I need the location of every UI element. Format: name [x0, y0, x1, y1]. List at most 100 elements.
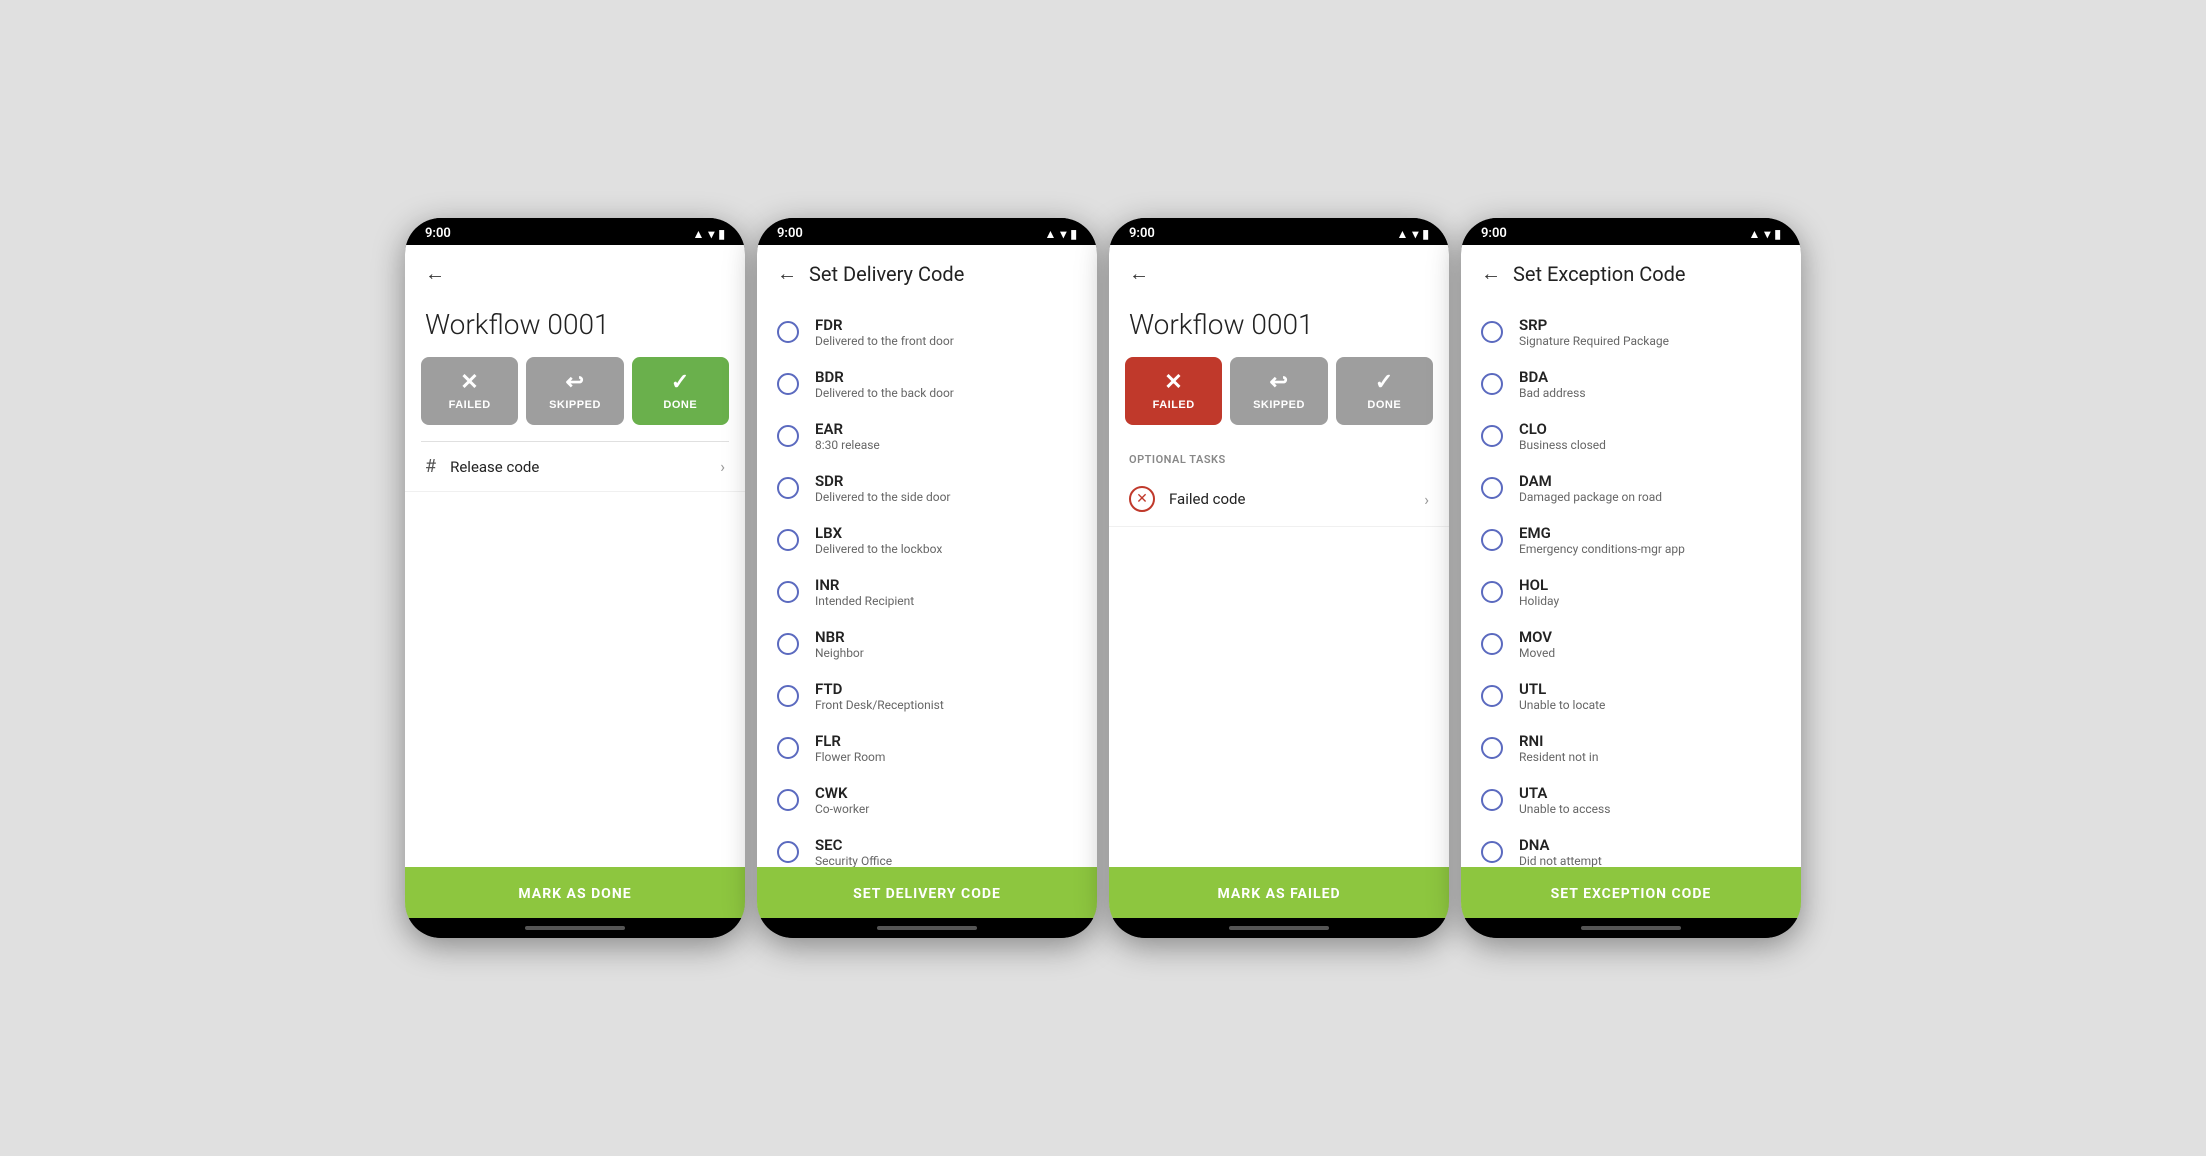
done-icon-1: ✓ [671, 371, 690, 393]
back-button-4[interactable]: ← [1481, 261, 1501, 286]
radio-dam[interactable] [1481, 477, 1503, 499]
mov-desc: Moved [1519, 646, 1555, 660]
list-item[interactable]: INR Intended Recipient [757, 566, 1097, 618]
bottom-bar-1[interactable]: MARK AS DONE [405, 867, 745, 918]
radio-dna[interactable] [1481, 841, 1503, 863]
list-item[interactable]: SRP Signature Required Package [1461, 306, 1801, 358]
home-indicator-4 [1461, 918, 1801, 938]
bottom-bar-label-2: SET DELIVERY CODE [853, 886, 1001, 902]
list-item[interactable]: MOV Moved [1461, 618, 1801, 670]
bottom-bar-3[interactable]: MARK AS FAILED [1109, 867, 1449, 918]
list-item[interactable]: BDA Bad address [1461, 358, 1801, 410]
list-item[interactable]: SEC Security Office [757, 826, 1097, 867]
ftd-content: FTD Front Desk/Receptionist [815, 680, 944, 712]
list-item[interactable]: CWK Co-worker [757, 774, 1097, 826]
done-icon-3: ✓ [1375, 371, 1394, 393]
status-bar-1: 9:00 ▲ ▾ ▮ [405, 218, 745, 245]
signal-icon-4: ▲ [1748, 227, 1760, 241]
list-item[interactable]: LBX Delivered to the lockbox [757, 514, 1097, 566]
flr-content: FLR Flower Room [815, 732, 885, 764]
radio-flr[interactable] [777, 737, 799, 759]
header-3: ← [1109, 245, 1449, 298]
list-item[interactable]: FDR Delivered to the front door [757, 306, 1097, 358]
sec-content: SEC Security Office [815, 836, 892, 867]
radio-ear[interactable] [777, 425, 799, 447]
list-item[interactable]: CLO Business closed [1461, 410, 1801, 462]
radio-bdr[interactable] [777, 373, 799, 395]
list-item[interactable]: FLR Flower Room [757, 722, 1097, 774]
radio-sdr[interactable] [777, 477, 799, 499]
radio-utl[interactable] [1481, 685, 1503, 707]
radio-ftd[interactable] [777, 685, 799, 707]
list-item[interactable]: DAM Damaged package on road [1461, 462, 1801, 514]
radio-fdr[interactable] [777, 321, 799, 343]
skipped-label-1: SKIPPED [549, 399, 601, 411]
uta-content: UTA Unable to access [1519, 784, 1610, 816]
back-button-1[interactable]: ← [425, 261, 445, 286]
dna-code: DNA [1519, 836, 1602, 854]
radio-inr[interactable] [777, 581, 799, 603]
done-label-3: DONE [1367, 399, 1401, 411]
list-item[interactable]: RNI Resident not in [1461, 722, 1801, 774]
header-title-4: Set Exception Code [1513, 262, 1686, 286]
list-item[interactable]: DNA Did not attempt [1461, 826, 1801, 867]
screen-3: ← Workflow 0001 ✕ FAILED ↩ SKIPPED ✓ DON… [1109, 245, 1449, 918]
action-buttons-3: ✕ FAILED ↩ SKIPPED ✓ DONE [1125, 357, 1433, 425]
done-button-3[interactable]: ✓ DONE [1336, 357, 1433, 425]
done-button-1[interactable]: ✓ DONE [632, 357, 729, 425]
list-item[interactable]: HOL Holiday [1461, 566, 1801, 618]
radio-clo[interactable] [1481, 425, 1503, 447]
rni-code: RNI [1519, 732, 1598, 750]
time-4: 9:00 [1481, 226, 1507, 241]
exception-code-list: SRP Signature Required Package BDA Bad a… [1461, 298, 1801, 867]
list-item[interactable]: EAR 8:30 release [757, 410, 1097, 462]
radio-lbx[interactable] [777, 529, 799, 551]
failed-task-text: Failed code [1169, 490, 1410, 508]
delivery-code-list: FDR Delivered to the front door BDR Deli… [757, 298, 1097, 867]
hashtag-icon: # [425, 456, 436, 477]
list-item[interactable]: EMG Emergency conditions-mgr app [1461, 514, 1801, 566]
list-item[interactable]: NBR Neighbor [757, 618, 1097, 670]
list-item[interactable]: FTD Front Desk/Receptionist [757, 670, 1097, 722]
radio-uta[interactable] [1481, 789, 1503, 811]
bottom-bar-2[interactable]: SET DELIVERY CODE [757, 867, 1097, 918]
skipped-label-3: SKIPPED [1253, 399, 1305, 411]
sdr-code: SDR [815, 472, 950, 490]
radio-sec[interactable] [777, 841, 799, 863]
radio-nbr[interactable] [777, 633, 799, 655]
nbr-code: NBR [815, 628, 864, 646]
radio-hol[interactable] [1481, 581, 1503, 603]
battery-icon: ▮ [718, 227, 725, 241]
release-code-item[interactable]: # Release code › [405, 442, 745, 492]
dna-content: DNA Did not attempt [1519, 836, 1602, 867]
wifi-icon-2: ▾ [1060, 227, 1066, 241]
failed-label-1: FAILED [449, 399, 491, 411]
emg-code: EMG [1519, 524, 1685, 542]
radio-cwk[interactable] [777, 789, 799, 811]
list-item[interactable]: UTL Unable to locate [1461, 670, 1801, 722]
list-item[interactable]: SDR Delivered to the side door [757, 462, 1097, 514]
inr-code: INR [815, 576, 914, 594]
bottom-bar-label-1: MARK AS DONE [518, 886, 631, 902]
failed-button-1[interactable]: ✕ FAILED [421, 357, 518, 425]
radio-bda[interactable] [1481, 373, 1503, 395]
fdr-content: FDR Delivered to the front door [815, 316, 954, 348]
failed-button-3[interactable]: ✕ FAILED [1125, 357, 1222, 425]
wifi-icon: ▾ [708, 227, 714, 241]
radio-emg[interactable] [1481, 529, 1503, 551]
screen-4: ← Set Exception Code SRP Signature Requi… [1461, 245, 1801, 918]
bottom-bar-4[interactable]: SET EXCEPTION CODE [1461, 867, 1801, 918]
radio-rni[interactable] [1481, 737, 1503, 759]
skipped-button-1[interactable]: ↩ SKIPPED [526, 357, 623, 425]
wifi-icon-4: ▾ [1764, 227, 1770, 241]
radio-mov[interactable] [1481, 633, 1503, 655]
list-item[interactable]: BDR Delivered to the back door [757, 358, 1097, 410]
bda-code: BDA [1519, 368, 1586, 386]
skipped-button-3[interactable]: ↩ SKIPPED [1230, 357, 1327, 425]
mov-content: MOV Moved [1519, 628, 1555, 660]
failed-task-row[interactable]: ✕ Failed code › [1109, 472, 1449, 527]
radio-srp[interactable] [1481, 321, 1503, 343]
list-item[interactable]: UTA Unable to access [1461, 774, 1801, 826]
back-button-2[interactable]: ← [777, 261, 797, 286]
back-button-3[interactable]: ← [1129, 261, 1149, 286]
